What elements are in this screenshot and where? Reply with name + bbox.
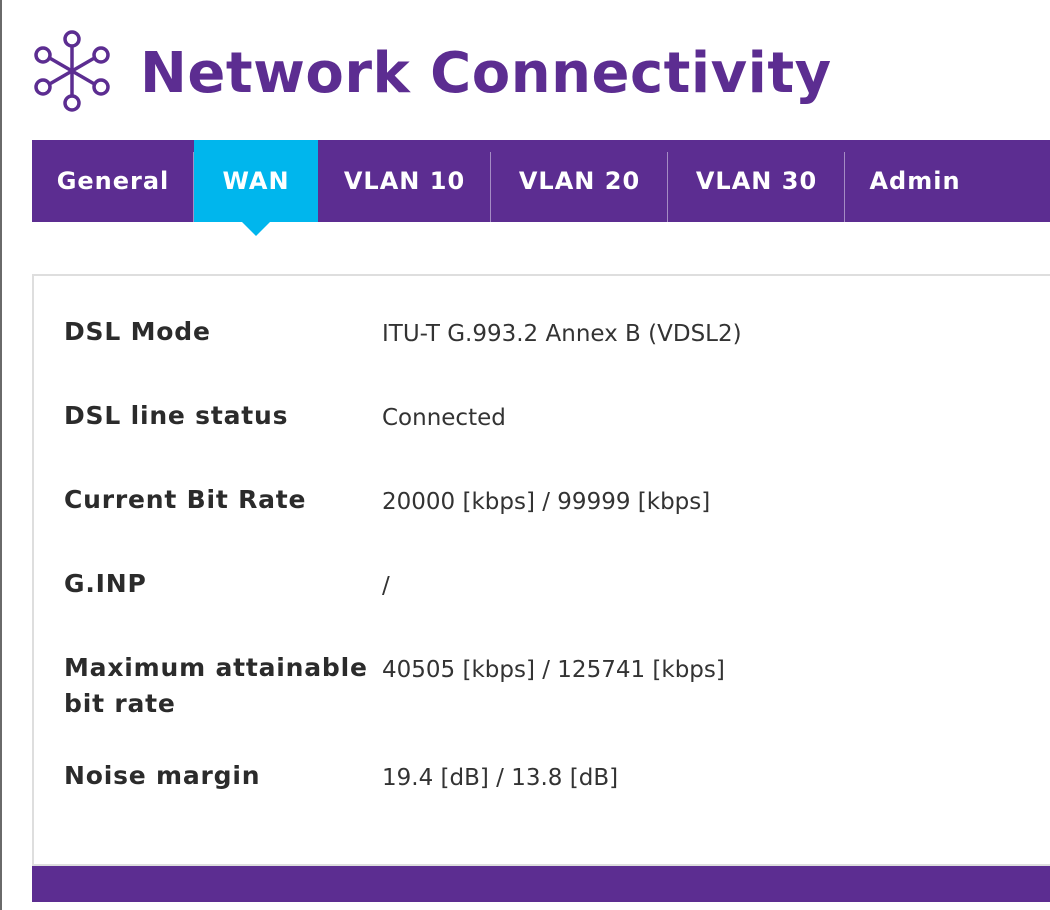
row-label: Maximum attainable bit rate: [64, 653, 368, 718]
row-dsl-line-status: DSL line status Connected: [64, 398, 1050, 436]
row-label: DSL Mode: [64, 317, 211, 346]
row-value: 20000 [kbps] / 99999 [kbps]: [382, 489, 711, 515]
window-edge: [0, 0, 2, 910]
row-label: DSL line status: [64, 401, 289, 430]
wan-status-panel: DSL Mode ITU-T G.993.2 Annex B (VDSL2) D…: [32, 274, 1050, 866]
row-value: ITU-T G.993.2 Annex B (VDSL2): [382, 321, 742, 347]
page-header: Network Connectivity: [30, 28, 832, 118]
row-current-bit-rate: Current Bit Rate 20000 [kbps] / 99999 [k…: [64, 482, 1050, 520]
tab-vlan-30[interactable]: VLAN 30: [668, 140, 845, 222]
row-g-inp: G.INP /: [64, 566, 1050, 604]
network-nodes-icon: [30, 29, 140, 117]
row-value: Connected: [382, 405, 506, 431]
row-noise-margin: Noise margin 19.4 [dB] / 13.8 [dB]: [64, 758, 1050, 796]
tab-vlan-10[interactable]: VLAN 10: [318, 140, 491, 222]
row-value: /: [382, 573, 390, 599]
row-label: G.INP: [64, 569, 147, 598]
page-title: Network Connectivity: [140, 40, 832, 106]
row-label: Current Bit Rate: [64, 485, 307, 514]
tab-admin[interactable]: Admin: [845, 140, 985, 222]
row-dsl-mode: DSL Mode ITU-T G.993.2 Annex B (VDSL2): [64, 314, 1050, 352]
row-label: Noise margin: [64, 761, 261, 790]
row-value: 40505 [kbps] / 125741 [kbps]: [382, 657, 725, 683]
row-max-attainable-bit-rate: Maximum attainable bit rate 40505 [kbps]…: [64, 650, 1050, 722]
tab-bar: General WAN VLAN 10 VLAN 20 VLAN 30 Admi…: [32, 140, 1050, 236]
tab-general[interactable]: General: [32, 140, 194, 222]
tab-wan[interactable]: WAN: [194, 140, 318, 236]
tab-vlan-20[interactable]: VLAN 20: [491, 140, 668, 222]
row-value: 19.4 [dB] / 13.8 [dB]: [382, 765, 619, 791]
footer-bar: [32, 866, 1050, 902]
